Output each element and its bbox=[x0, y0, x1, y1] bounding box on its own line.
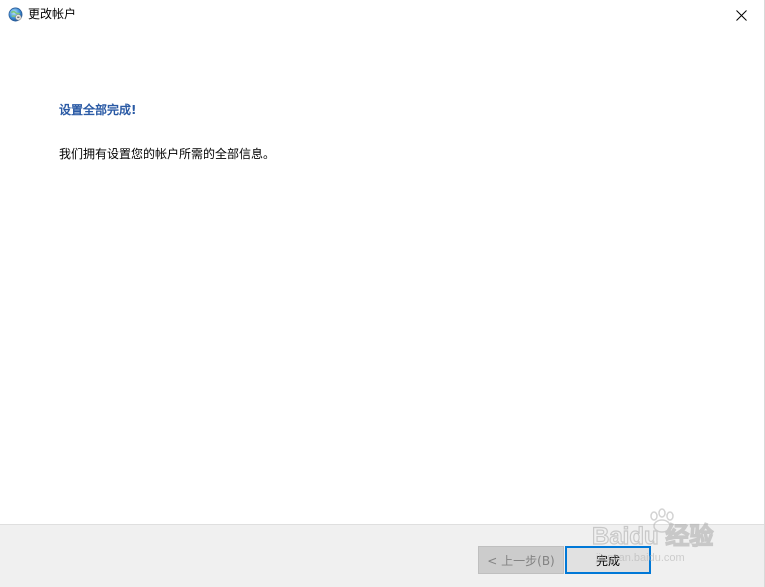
finish-button[interactable]: 完成 bbox=[565, 546, 651, 574]
completion-message: 我们拥有设置您的帐户所需的全部信息。 bbox=[59, 147, 276, 161]
title-bar[interactable]: 更改帐户 bbox=[0, 0, 764, 30]
close-button[interactable] bbox=[718, 0, 764, 30]
back-button[interactable]: < 上一步(B) bbox=[478, 546, 564, 574]
page-heading: 设置全部完成! bbox=[59, 103, 137, 117]
change-account-dialog: 更改帐户 设置全部完成! 我们拥有设置您的帐户所需的全部信息。 < 上一步(B)… bbox=[0, 0, 765, 587]
globe-icon bbox=[8, 7, 23, 22]
close-icon bbox=[735, 6, 747, 25]
button-bar: < 上一步(B) 完成 bbox=[0, 524, 764, 587]
window-title: 更改帐户 bbox=[28, 7, 77, 21]
